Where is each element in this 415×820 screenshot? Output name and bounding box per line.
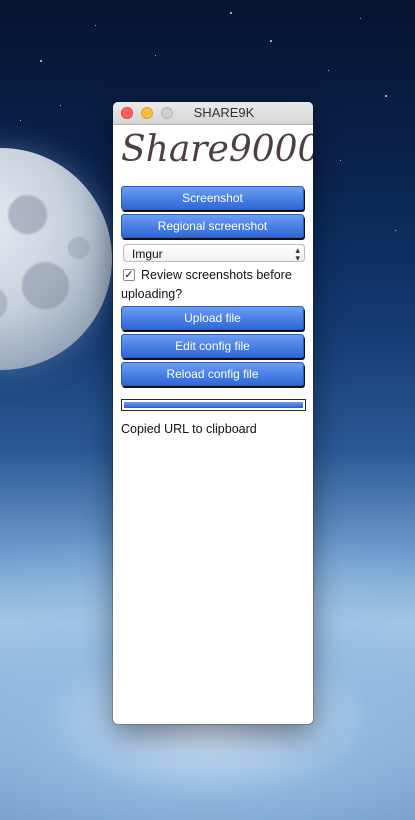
star	[360, 18, 361, 19]
app-window: SHARE9K Share9000 Screenshot Regional sc…	[113, 102, 313, 724]
star	[95, 25, 96, 26]
window-title: SHARE9K	[193, 105, 255, 120]
updown-chevron-icon: ▴ ▾	[295, 245, 300, 263]
progress-fill	[124, 402, 303, 408]
uploader-select[interactable]: Imgur ▴ ▾	[123, 244, 305, 263]
desktop-wallpaper: SHARE9K Share9000 Screenshot Regional sc…	[0, 0, 415, 820]
screenshot-button[interactable]: Screenshot	[121, 186, 304, 210]
star	[60, 105, 61, 106]
app-logo: Share9000	[121, 129, 313, 170]
star	[230, 12, 232, 14]
star	[20, 120, 21, 121]
edit-config-button[interactable]: Edit config file	[121, 334, 304, 358]
upload-file-button[interactable]: Upload file	[121, 306, 304, 330]
star	[340, 160, 341, 161]
star	[155, 55, 156, 56]
star	[270, 40, 272, 42]
star	[328, 70, 329, 71]
upload-progress-bar	[121, 399, 306, 411]
star	[40, 60, 42, 62]
star	[395, 230, 396, 231]
uploader-select-value: Imgur	[132, 247, 163, 261]
moon-image	[0, 148, 112, 370]
star	[385, 95, 387, 97]
review-screenshots-label: Review screenshots before uploading?	[121, 268, 292, 301]
status-text: Copied URL to clipboard	[121, 422, 257, 436]
regional-screenshot-button[interactable]: Regional screenshot	[121, 214, 304, 238]
window-titlebar[interactable]: SHARE9K	[113, 102, 313, 125]
reload-config-button[interactable]: Reload config file	[121, 362, 304, 386]
